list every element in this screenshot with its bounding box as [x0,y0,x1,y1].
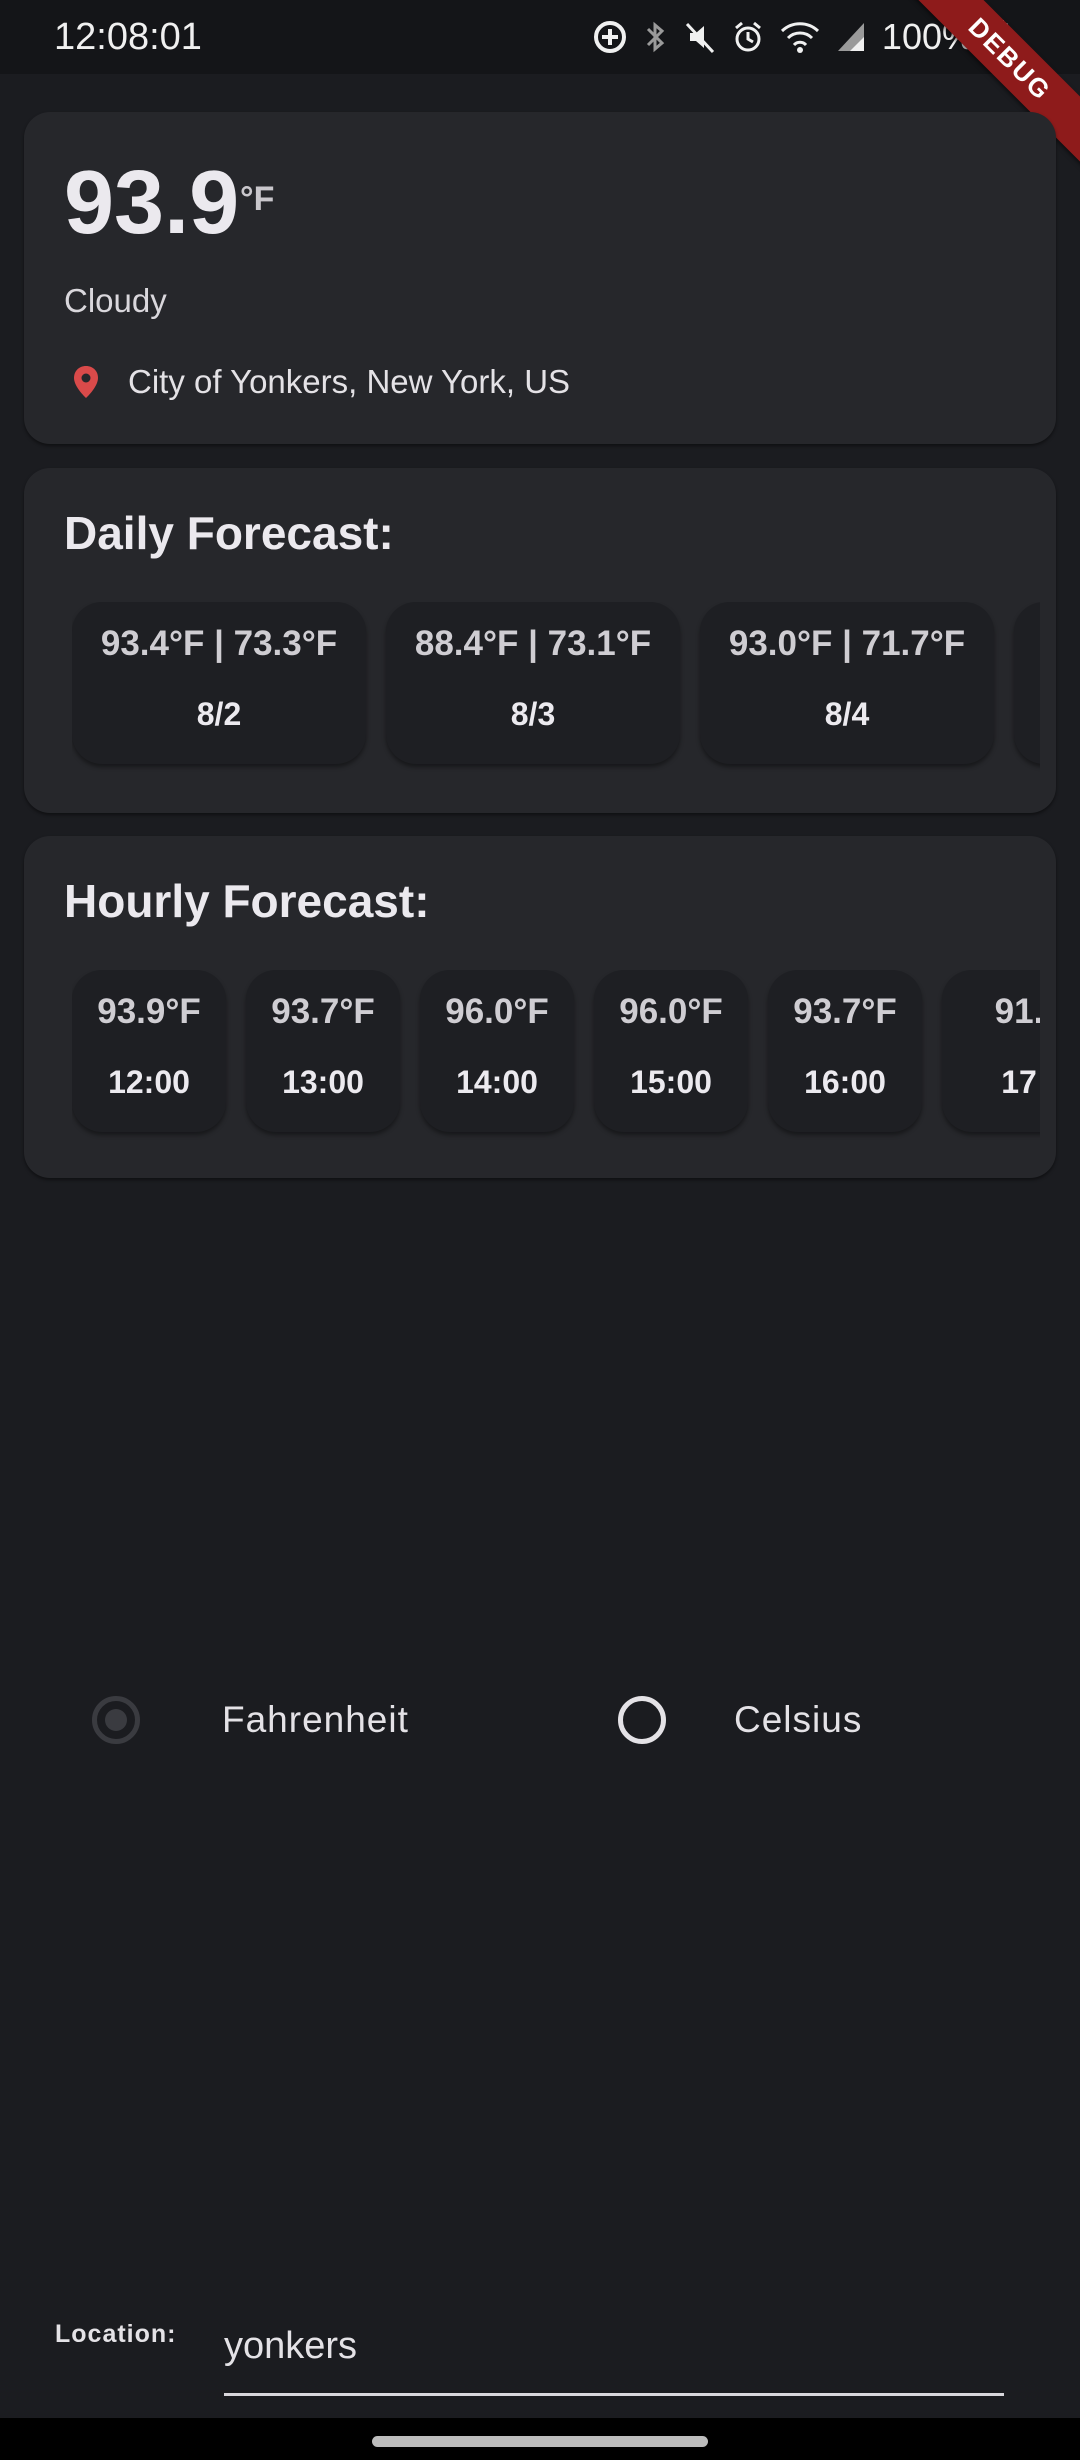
daily-temps: 93.4°F | 73.3°F [100,624,338,663]
fahrenheit-radio[interactable] [92,1696,140,1744]
hourly-time: 14:00 [456,1064,538,1100]
location-input[interactable] [224,2300,1004,2396]
daily-forecast-item: 93.4°F | 73.3°F 8/2 [72,602,366,764]
hourly-temp: 96.0°F [619,992,723,1031]
bluetooth-icon [644,19,668,55]
hourly-forecast-item: 96.0°F 14:00 [420,970,574,1132]
hourly-temp: 93.9°F [97,992,201,1031]
mute-icon [684,19,716,55]
daily-date: 8/4 [824,696,870,732]
celsius-radio[interactable] [618,1696,666,1744]
hourly-temp: 91. [994,992,1040,1031]
location-pin-icon [64,360,108,404]
hourly-forecast-list[interactable]: 93.9°F 12:00 93.7°F 13:00 96.0°F 14:00 9… [72,970,1040,1140]
hourly-forecast-item: 93.7°F 13:00 [246,970,400,1132]
current-temperature: 93.9 [64,153,240,253]
hourly-forecast-card: Hourly Forecast: 93.9°F 12:00 93.7°F 13:… [24,836,1056,1178]
daily-forecast-title: Daily Forecast: [64,507,394,559]
hourly-forecast-item: 93.7°F 16:00 [768,970,922,1132]
weather-condition: Cloudy [64,282,167,319]
hourly-time: 15:00 [630,1064,712,1100]
daily-temps: 88.4°F | 73.1°F [414,624,652,663]
daily-date: 8/3 [510,696,556,732]
hourly-time: 13:00 [282,1064,364,1100]
location-input-label: Location: [55,2320,177,2348]
temperature-unit: °F [240,180,275,218]
daily-forecast-card: Daily Forecast: 93.4°F | 73.3°F 8/2 88.4… [24,468,1056,813]
current-weather-card: 93.9 °F Cloudy City of Yonkers, New York… [24,112,1056,444]
home-indicator[interactable] [372,2436,708,2447]
daily-temps: 93.0°F | 71.7°F [728,624,966,663]
wifi-icon [780,19,820,55]
status-bar: 12:08:01 100% [0,0,1080,74]
hourly-temp: 93.7°F [271,992,375,1031]
hourly-forecast-item: 91. 17 [942,970,1040,1132]
location-name: City of Yonkers, New York, US [128,363,571,400]
hourly-temp: 93.7°F [793,992,897,1031]
hourly-time: 12:00 [108,1064,190,1100]
celsius-option[interactable]: Celsius [618,1690,862,1750]
data-saver-icon [592,19,628,55]
hourly-forecast-item: 96.0°F 15:00 [594,970,748,1132]
daily-date: 8/2 [196,696,242,732]
hourly-forecast-title: Hourly Forecast: [64,875,430,927]
hourly-time: 16:00 [804,1064,886,1100]
daily-forecast-item: 93.0°F | 71.7°F 8/4 [700,602,994,764]
celsius-label[interactable]: Celsius [734,1699,862,1741]
status-time: 12:08:01 [54,16,202,58]
hourly-forecast-item: 93.9°F 12:00 [72,970,226,1132]
location-row: City of Yonkers, New York, US [64,360,570,404]
alarm-icon [732,19,764,55]
signal-icon [836,19,866,55]
daily-forecast-item-partial [1014,602,1040,764]
daily-forecast-item: 88.4°F | 73.1°F 8/3 [386,602,680,764]
hourly-temp: 96.0°F [445,992,549,1031]
daily-forecast-list[interactable]: 93.4°F | 73.3°F 8/2 88.4°F | 73.1°F 8/3 … [72,602,1040,772]
fahrenheit-label[interactable]: Fahrenheit [222,1699,409,1741]
fahrenheit-option[interactable]: Fahrenheit [92,1690,409,1750]
hourly-time: 17 [1001,1064,1037,1100]
